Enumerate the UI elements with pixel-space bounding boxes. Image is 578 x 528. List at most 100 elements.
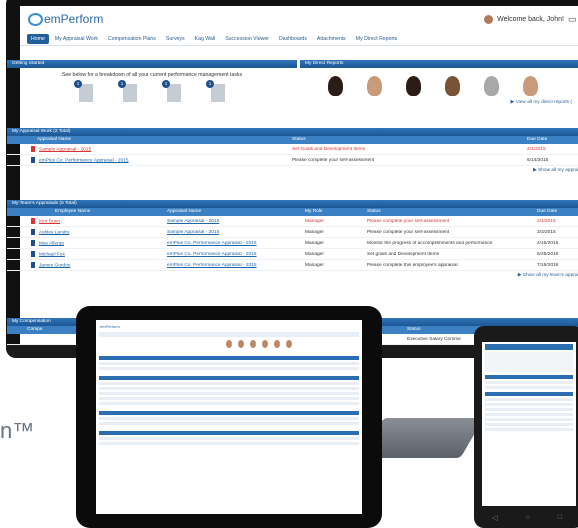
tablet-row	[99, 382, 359, 385]
table-row[interactable]: Kim Dunn Sample Appraisal - 2015 Manager…	[7, 216, 578, 227]
appraisal-link[interactable]: Sample Appraisal - 2015	[167, 219, 305, 224]
avatar[interactable]	[406, 76, 421, 96]
due-date: 2/1/2015	[527, 146, 546, 152]
logo-text: emPerform	[44, 12, 104, 26]
table-row[interactable]: Max Allergo emPlus Co. Performance Appra…	[7, 238, 578, 249]
avatar[interactable]	[367, 76, 382, 96]
tablet-row	[99, 437, 359, 440]
employee-link[interactable]: Michael Fox	[39, 252, 65, 257]
tablet-logo: emPerform	[100, 323, 120, 329]
employee-link[interactable]: James Gordon	[39, 263, 70, 268]
app-logo[interactable]: emPerform	[28, 12, 103, 26]
table-row[interactable]: Sample Appraisal - 2015 Set Goals and De…	[7, 144, 578, 155]
appraisal-link[interactable]: emPlus Co. Performance Appraisal - 2015	[167, 241, 305, 246]
pin-icon	[31, 228, 35, 235]
phone-row	[485, 428, 573, 431]
tab-home[interactable]: Home	[27, 33, 49, 44]
avatar	[286, 340, 292, 348]
appraisal-status: Please complete your self-assessment	[367, 229, 450, 235]
table-row[interactable]: emPlus Co. Performance Appraisal - 2015 …	[7, 155, 578, 166]
employee-link[interactable]: Kim Dunn	[39, 219, 60, 224]
appraisal-link[interactable]: emPlus Co. Performance Appraisal - 2015	[167, 263, 305, 268]
back-icon[interactable]: ◁	[492, 514, 497, 522]
appraisal-link[interactable]: emPlus Co. Performance Appraisal - 2015	[167, 252, 305, 257]
tablet-panel-bar	[99, 376, 359, 380]
due-date: 3/3/2015	[537, 229, 556, 235]
phone-row	[485, 403, 573, 406]
pin-icon	[31, 217, 35, 224]
tablet-panel-bar	[99, 356, 359, 360]
tablet-row	[99, 397, 359, 400]
tab-attachments[interactable]: Attachments	[313, 34, 350, 44]
pin-icon	[31, 239, 35, 246]
phone-row	[485, 423, 573, 426]
document-icon[interactable]: 1	[118, 80, 137, 102]
phone-row	[485, 418, 573, 421]
document-icon[interactable]: 1	[74, 80, 93, 102]
tab-succession-viewer[interactable]: Succession Viewer	[221, 34, 273, 44]
tablet-row	[99, 387, 359, 390]
tablet-row	[99, 362, 359, 365]
employee-link[interactable]: Max Allergo	[39, 241, 64, 246]
chat-icon[interactable]: ▭	[568, 14, 577, 25]
avatar[interactable]	[523, 76, 538, 96]
phone-row	[485, 398, 573, 401]
appraisal-link[interactable]: Sample Appraisal - 2015	[167, 230, 305, 235]
list-icon[interactable]: 1	[206, 80, 225, 102]
tab-compensation-plans[interactable]: Compensation Plans	[104, 34, 160, 44]
column-header: Status	[367, 209, 381, 214]
table-row[interactable]: Michael Fox emPlus Co. Performance Appra…	[7, 249, 578, 260]
view-all-direct-reports-link[interactable]: ▶ View all my direct reports (	[300, 98, 578, 107]
phone-panel-bar	[485, 375, 573, 379]
compensation-status: Executive Salary Comme	[407, 336, 461, 342]
stage: emPerform Welcome back, John! ▭ ✹ Home M…	[0, 0, 578, 528]
avatar[interactable]	[328, 76, 343, 96]
avatar[interactable]	[484, 76, 499, 96]
due-date: 5/25/2016	[537, 251, 559, 257]
appraisal-link[interactable]: emPlus Co. Performance Appraisal - 2015	[39, 158, 129, 163]
brand-fragment: n™	[0, 418, 35, 443]
recent-apps-icon[interactable]: □	[558, 514, 562, 522]
appraisal-status: Please complete this employee's appraisa…	[367, 262, 458, 268]
show-all-appraisals-link[interactable]: ▶ Show all my apprais	[7, 166, 578, 175]
avatar[interactable]	[445, 76, 460, 96]
column-header: Due Date	[527, 137, 548, 142]
appraisal-status: Set goals and Development Items	[367, 251, 439, 257]
tab-surveys[interactable]: Surveys	[162, 34, 189, 44]
tab-my-direct-reports[interactable]: My Direct Reports	[352, 34, 402, 44]
avatar	[484, 14, 494, 24]
employee-link[interactable]: Ashley Landry	[39, 230, 69, 235]
tab-kag-wall[interactable]: Kag Wall	[191, 34, 220, 44]
home-icon[interactable]: ○	[525, 514, 529, 522]
appraisal-work-header: My Appraisal Work (2 Total)	[7, 128, 578, 136]
tablet-row	[99, 402, 359, 405]
show-all-team-appraisals-link[interactable]: ▶ Show all my team's apprais	[7, 271, 578, 280]
team-appraisals-columns: Employee Name Appraisal Name My Role Sta…	[7, 208, 578, 216]
table-row[interactable]: Ashley Landry Sample Appraisal - 2015 Ma…	[7, 227, 578, 238]
due-date: 4/16/2015	[537, 240, 559, 246]
avatar	[238, 340, 244, 348]
getting-started-panel: Getting Started See below for a breakdow…	[7, 60, 297, 118]
tablet-nav	[99, 332, 359, 337]
bar-chart-icon[interactable]: 1	[162, 80, 181, 102]
tablet-row	[99, 422, 359, 425]
table-row[interactable]: James Gordon emPlus Co. Performance Appr…	[7, 260, 578, 271]
pin-icon	[31, 250, 35, 257]
due-date: 2/1/2015	[537, 218, 556, 224]
user-menu[interactable]: Welcome back, John! ▭ ✹	[484, 14, 578, 25]
direct-reports-panel: My Direct Reports ▶ View all my direct r…	[300, 60, 578, 118]
getting-started-text: See below for a breakdown of all your cu…	[61, 72, 243, 78]
column-header: Due Date	[537, 209, 558, 214]
app-screen: emPerform Welcome back, John! ▭ ✹ Home M…	[20, 6, 578, 344]
tab-dashboards[interactable]: Dashboards	[275, 34, 311, 44]
my-role: Manager	[305, 229, 324, 235]
document-icon	[31, 156, 35, 163]
my-role: Manager	[305, 240, 324, 246]
phone-row	[485, 413, 573, 416]
task-badge: 1	[74, 80, 82, 88]
appraisal-status: Please complete your self-assessment	[367, 218, 450, 224]
team-appraisals-panel: My Team's Appraisals (5 Total) Employee …	[7, 200, 578, 280]
appraisal-link[interactable]: Sample Appraisal - 2015	[39, 147, 91, 152]
tab-my-appraisal-work[interactable]: My Appraisal Work	[51, 34, 102, 44]
appraisal-status: Set Goals and Development Items	[292, 146, 366, 152]
